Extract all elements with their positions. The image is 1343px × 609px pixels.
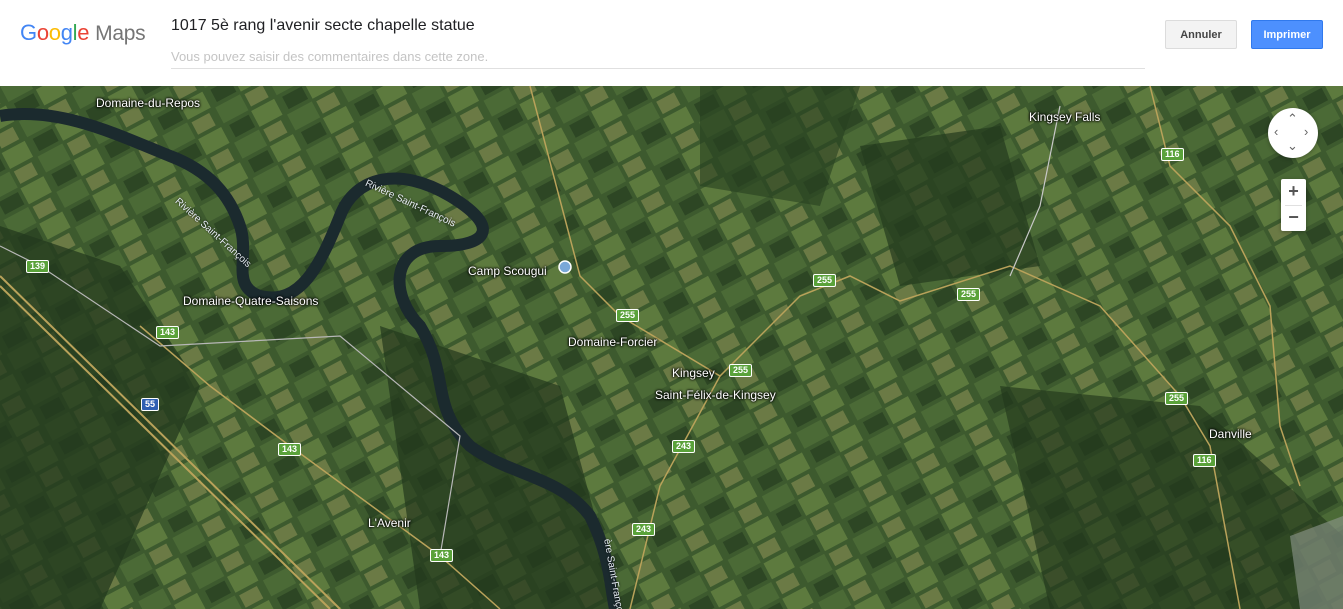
route-shield: 143 [156, 326, 180, 339]
zoom-in-button[interactable]: + [1281, 179, 1306, 205]
place-label[interactable]: Kingsey Falls [1029, 110, 1100, 124]
place-label[interactable]: Danville [1209, 427, 1252, 441]
header-bar: Google Maps 1017 5è rang l'avenir secte c… [0, 0, 1343, 86]
place-label[interactable]: L'Avenir [368, 516, 411, 530]
place-label[interactable]: Saint-Félix-de-Kingsey [655, 388, 776, 402]
logo-maps-text: Maps [95, 22, 146, 45]
cancel-button[interactable]: Annuler [1165, 20, 1237, 49]
zoom-divider [1285, 205, 1302, 206]
place-label[interactable]: Kingsey [672, 366, 715, 380]
route-shield: 255 [616, 309, 640, 322]
place-label[interactable]: Domaine-Forcier [568, 335, 657, 349]
logo-letter: g [60, 20, 73, 45]
logo-letter: o [48, 20, 61, 45]
pan-down-icon[interactable]: ⌄ [1287, 139, 1298, 152]
logo-letter: o [36, 20, 49, 45]
pan-control[interactable]: ⌃ ⌄ ‹ › [1268, 108, 1318, 158]
page-title: 1017 5è rang l'avenir secte chapelle sta… [171, 17, 475, 34]
logo-letter: e [77, 20, 90, 45]
route-shield: 116 [1161, 148, 1184, 161]
route-shield: 255 [813, 274, 837, 287]
satellite-map[interactable]: Domaine-du-Repos Kingsey Falls Camp Scou… [0, 86, 1343, 609]
zoom-control: + − [1281, 179, 1306, 231]
place-label[interactable]: Domaine-du-Repos [96, 96, 200, 110]
place-label[interactable]: Camp Scougui [468, 264, 547, 278]
route-shield: 55 [141, 398, 160, 411]
route-shield: 116 [1193, 454, 1216, 467]
zoom-out-button[interactable]: − [1281, 205, 1306, 231]
route-shield: 143 [278, 443, 302, 456]
route-shield: 243 [672, 440, 696, 453]
pan-up-icon[interactable]: ⌃ [1287, 112, 1298, 125]
map-imagery [0, 86, 1343, 609]
route-shield: 243 [632, 523, 656, 536]
route-shield: 255 [1165, 392, 1189, 405]
pan-left-icon[interactable]: ‹ [1274, 125, 1278, 138]
google-maps-logo: Google Maps [20, 20, 146, 46]
route-shield: 255 [957, 288, 981, 301]
route-shield: 139 [26, 260, 50, 273]
pan-right-icon[interactable]: › [1304, 125, 1308, 138]
place-label[interactable]: Domaine-Quatre-Saisons [183, 294, 318, 308]
print-button[interactable]: Imprimer [1251, 20, 1323, 49]
route-shield: 255 [729, 364, 753, 377]
route-shield: 143 [430, 549, 454, 562]
logo-letter: G [20, 20, 37, 45]
comment-input[interactable] [171, 45, 1145, 69]
